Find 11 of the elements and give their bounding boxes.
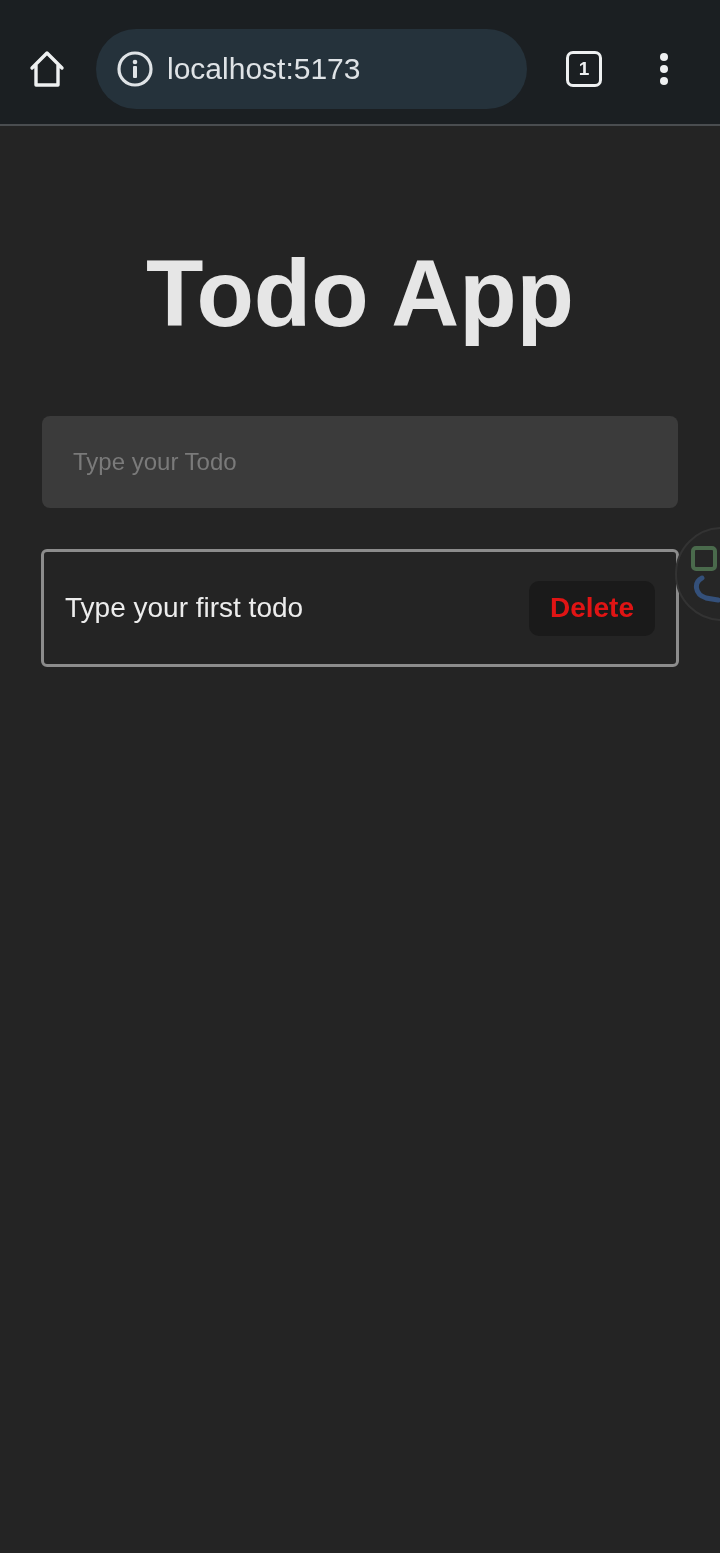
delete-button[interactable]: Delete — [528, 580, 655, 636]
url-text: localhost:5173 — [167, 52, 361, 86]
floating-bubble-icon[interactable] — [674, 526, 720, 622]
address-bar[interactable]: localhost:5173 — [96, 29, 527, 109]
home-icon[interactable] — [28, 50, 66, 88]
page-title: Todo App — [145, 240, 575, 348]
menu-icon[interactable] — [659, 53, 669, 85]
todo-input-field[interactable]: Type your Todo — [42, 416, 678, 508]
tab-count-button[interactable]: 1 — [566, 51, 602, 87]
info-icon[interactable] — [117, 51, 153, 87]
todo-text: Type your first todo — [65, 592, 304, 624]
